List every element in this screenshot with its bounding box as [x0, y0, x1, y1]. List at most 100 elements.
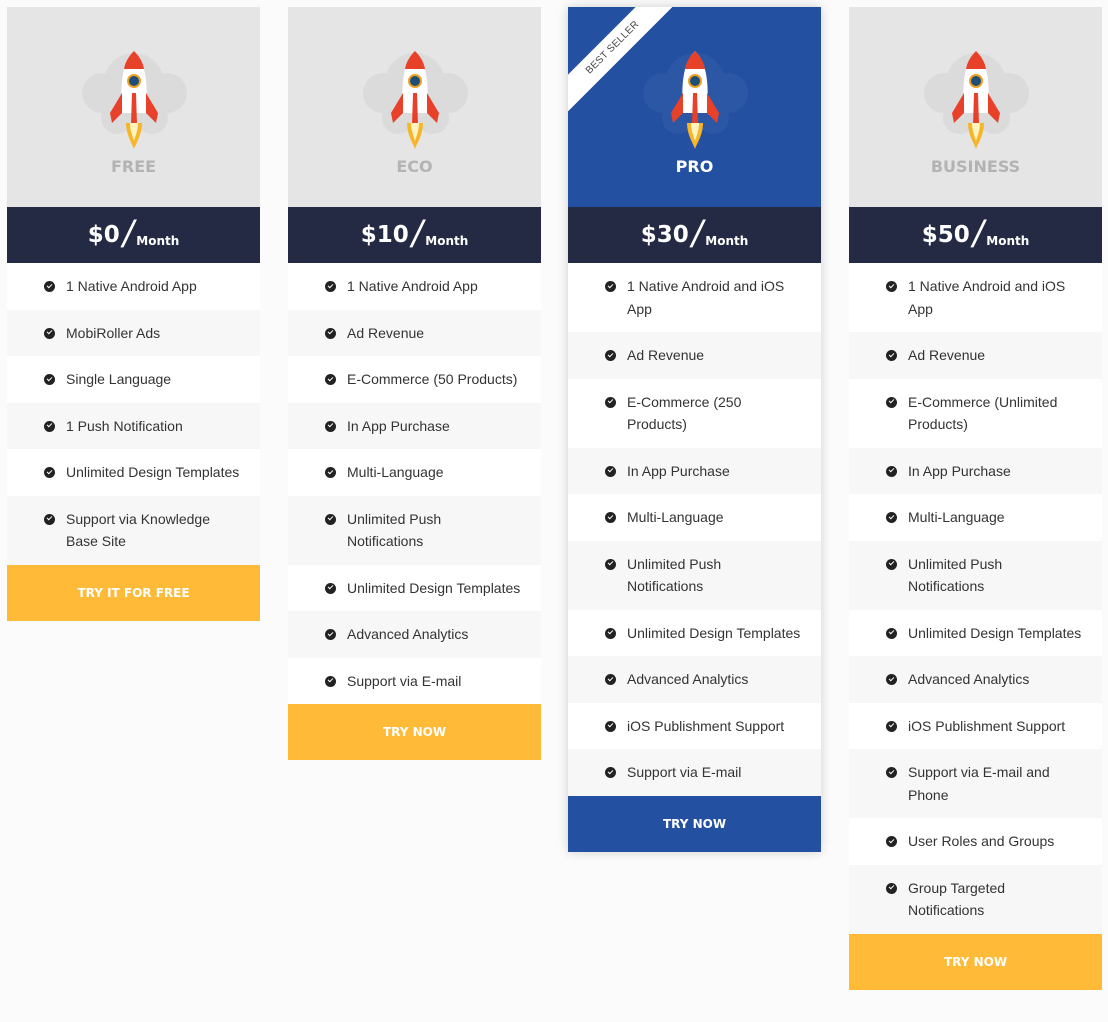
feature-item: E-Commerce (Unlimited Products)	[849, 378, 1102, 448]
feature-label: Unlimited Push Notifications	[627, 555, 722, 595]
check-circle-icon	[886, 767, 897, 778]
feature-item: Multi-Language	[568, 494, 821, 541]
feature-item: Unlimited Push Notifications	[849, 540, 1102, 610]
plan-card-eco: ECO $10/Month 1 Native Android App Ad Reven…	[288, 7, 541, 760]
rocket-icon	[642, 51, 748, 149]
price-slash: /	[968, 214, 988, 256]
plan-name: PRO	[675, 157, 714, 176]
feature-label: Multi-Language	[908, 509, 1005, 525]
plan-cta-button[interactable]: TRY NOW	[849, 933, 1102, 990]
feature-label: Unlimited Design Templates	[627, 624, 801, 641]
price-amount: $50	[921, 222, 970, 248]
feature-label: Advanced Analytics	[347, 626, 469, 642]
plan-name: FREE	[110, 157, 157, 176]
check-circle-icon	[886, 512, 897, 523]
check-circle-icon	[605, 558, 616, 570]
feature-item: 1 Push Notification	[7, 402, 260, 449]
check-circle-icon	[44, 374, 55, 385]
feature-item: Unlimited Push Notifications	[288, 495, 541, 565]
price-slash: /	[118, 214, 138, 256]
feature-item: Unlimited Push Notifications	[568, 540, 821, 610]
price-period: Month	[425, 234, 469, 248]
check-circle-icon	[886, 350, 897, 361]
feature-list: 1 Native Android App MobiRoller Ads Single…	[7, 263, 260, 565]
feature-item: Support via E-mail	[288, 657, 541, 704]
feature-item: In App Purchase	[849, 447, 1102, 494]
feature-label: Unlimited Design Templates	[908, 624, 1082, 641]
feature-label: Unlimited Design Templates	[66, 464, 240, 480]
feature-label: In App Purchase	[627, 462, 730, 479]
feature-label: In App Purchase	[908, 462, 1011, 479]
feature-item: Ad Revenue	[849, 332, 1102, 379]
price-amount: $30	[640, 222, 689, 248]
check-circle-icon	[44, 281, 55, 292]
check-circle-icon	[325, 629, 336, 640]
check-circle-icon	[605, 767, 616, 778]
feature-item: E-Commerce (250 Products)	[568, 378, 821, 448]
feature-label: iOS Publishment Support	[908, 717, 1066, 734]
plan-cta-button[interactable]: TRY IT FOR FREE	[7, 564, 260, 621]
feature-item: 1 Native Android App	[7, 263, 260, 310]
price-bar: $50/Month	[849, 207, 1102, 263]
feature-item: Support via Knowledge Base Site	[7, 495, 260, 565]
check-circle-icon	[886, 720, 897, 732]
check-circle-icon	[325, 513, 336, 525]
check-circle-icon	[325, 675, 336, 687]
check-circle-icon	[44, 327, 55, 339]
feature-label: Advanced Analytics	[627, 671, 749, 687]
feature-item: Support via E-mail	[568, 749, 821, 796]
feature-label: 1 Native Android App	[66, 278, 197, 294]
plan-card-business: BUSINESS $50/Month 1 Native Android and iO…	[849, 7, 1102, 990]
check-circle-icon	[886, 627, 897, 639]
check-circle-icon	[886, 882, 897, 894]
feature-item: In App Purchase	[288, 402, 541, 449]
feature-item: Group Targeted Notifications	[849, 864, 1102, 934]
feature-item: Ad Revenue	[288, 309, 541, 356]
check-circle-icon	[44, 420, 55, 432]
feature-item: 1 Native Android App	[288, 263, 541, 310]
feature-item: Single Language	[7, 356, 260, 403]
feature-item: E-Commerce (50 Products)	[288, 356, 541, 403]
check-circle-icon	[886, 465, 897, 477]
price-amount: $0	[87, 222, 120, 248]
feature-label: In App Purchase	[347, 417, 450, 434]
feature-label: Support via E-mail	[347, 672, 462, 689]
feature-label: MobiRoller Ads	[66, 324, 161, 341]
check-circle-icon	[325, 582, 336, 594]
feature-item: Unlimited Design Templates	[568, 609, 821, 656]
check-circle-icon	[886, 836, 897, 847]
feature-item: MobiRoller Ads	[7, 309, 260, 356]
price-bar: $10/Month	[288, 207, 541, 263]
feature-label: User Roles and Groups	[908, 833, 1055, 849]
feature-item: iOS Publishment Support	[568, 702, 821, 749]
feature-item: Unlimited Design Templates	[288, 564, 541, 611]
plan-name: BUSINESS	[930, 157, 1021, 176]
rocket-icon	[81, 51, 187, 149]
plan-header: BUSINESS	[849, 7, 1102, 207]
feature-item: Unlimited Design Templates	[7, 449, 260, 496]
check-circle-icon	[886, 674, 897, 685]
check-circle-icon	[44, 467, 55, 478]
feature-item: iOS Publishment Support	[849, 702, 1102, 749]
feature-label: Multi-Language	[627, 509, 724, 525]
price-bar: $30/Month	[568, 207, 821, 263]
feature-label: E-Commerce (250 Products)	[627, 393, 742, 433]
feature-label: Support via Knowledge Base Site	[66, 510, 210, 550]
feature-label: Multi-Language	[347, 464, 444, 480]
check-circle-icon	[605, 627, 616, 639]
feature-label: E-Commerce (50 Products)	[347, 371, 518, 387]
feature-item: In App Purchase	[568, 447, 821, 494]
plan-cta-button[interactable]: TRY NOW	[568, 795, 821, 852]
feature-item: Support via E-mail and Phone	[849, 749, 1102, 818]
price-bar: $0/Month	[7, 207, 260, 263]
check-circle-icon	[605, 396, 616, 408]
feature-item: Multi-Language	[849, 494, 1102, 541]
plan-cta-button[interactable]: TRY NOW	[288, 704, 541, 760]
feature-item: 1 Native Android and iOS App	[568, 263, 821, 332]
feature-list: 1 Native Android and iOS App Ad Revenue E-…	[849, 263, 1102, 934]
check-circle-icon	[605, 674, 616, 685]
feature-item: Advanced Analytics	[288, 611, 541, 658]
check-circle-icon	[886, 281, 897, 292]
feature-item: Unlimited Design Templates	[849, 609, 1102, 656]
feature-label: 1 Native Android and iOS App	[627, 278, 785, 317]
